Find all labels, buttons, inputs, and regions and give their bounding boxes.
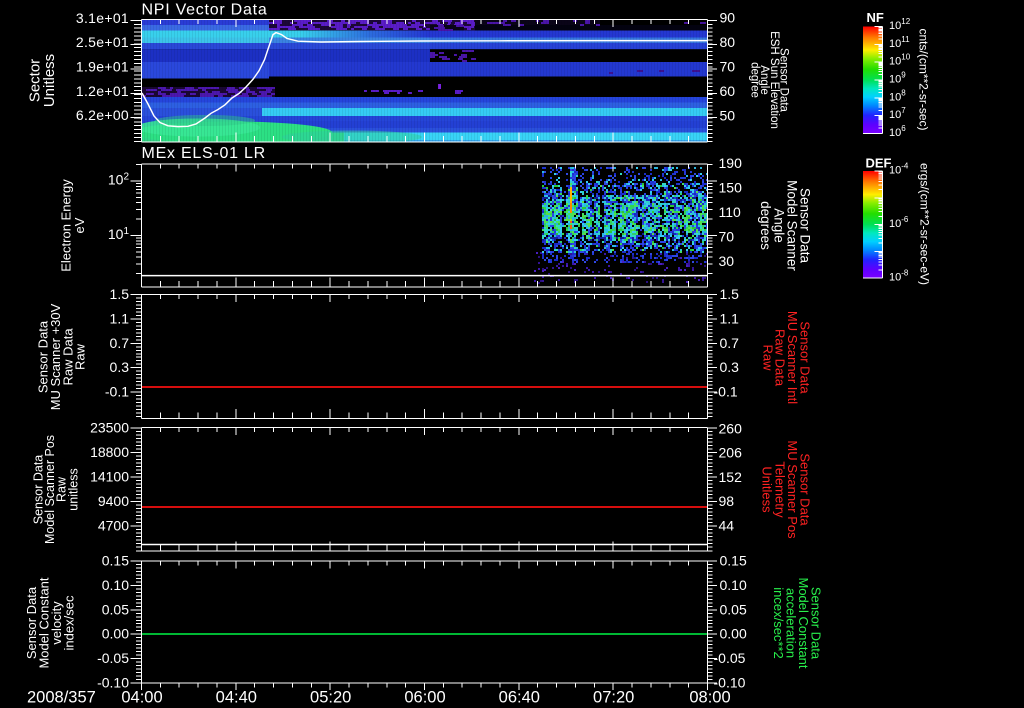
svg-text:08:00: 08:00 bbox=[689, 689, 730, 707]
svg-text:Unitless: Unitless bbox=[760, 466, 775, 513]
svg-text:NPI Vector Data: NPI Vector Data bbox=[142, 2, 268, 19]
svg-text:MEx ELS-01 LR: MEx ELS-01 LR bbox=[142, 145, 266, 162]
svg-text:0.3: 0.3 bbox=[110, 359, 130, 375]
svg-text:2.5e+01: 2.5e+01 bbox=[76, 34, 129, 50]
svg-text:1.5: 1.5 bbox=[110, 286, 130, 302]
svg-text:-0.1: -0.1 bbox=[714, 384, 738, 400]
svg-text:23500: 23500 bbox=[90, 420, 129, 436]
svg-text:14100: 14100 bbox=[90, 469, 129, 485]
svg-text:-0.05: -0.05 bbox=[97, 650, 129, 666]
svg-text:9400: 9400 bbox=[98, 493, 129, 509]
svg-text:98: 98 bbox=[719, 493, 735, 509]
svg-text:cnts/(cm**2-sr-sec): cnts/(cm**2-sr-sec) bbox=[917, 28, 931, 130]
svg-text:degree: degree bbox=[748, 62, 760, 98]
svg-text:30: 30 bbox=[719, 253, 735, 269]
svg-text:0.00: 0.00 bbox=[720, 626, 747, 642]
svg-text:0.10: 0.10 bbox=[102, 577, 129, 593]
svg-text:-0.1: -0.1 bbox=[105, 384, 129, 400]
svg-text:index/sec: index/sec bbox=[62, 595, 77, 650]
svg-text:0.05: 0.05 bbox=[102, 601, 129, 617]
svg-text:06:00: 06:00 bbox=[404, 689, 445, 707]
svg-text:110: 110 bbox=[719, 204, 742, 220]
svg-text:0.7: 0.7 bbox=[720, 335, 740, 351]
svg-text:incex/sec**2: incex/sec**2 bbox=[771, 587, 786, 659]
svg-text:44: 44 bbox=[719, 518, 735, 534]
svg-text:80: 80 bbox=[720, 34, 736, 50]
svg-text:04:00: 04:00 bbox=[121, 689, 162, 707]
svg-text:04:40: 04:40 bbox=[216, 689, 257, 707]
svg-text:degrees: degrees bbox=[758, 201, 773, 250]
svg-text:70: 70 bbox=[719, 229, 735, 245]
svg-text:4700: 4700 bbox=[98, 518, 129, 534]
svg-text:1.9e+01: 1.9e+01 bbox=[76, 59, 129, 75]
svg-text:0.15: 0.15 bbox=[720, 553, 747, 569]
svg-text:90: 90 bbox=[720, 10, 736, 26]
svg-text:eV: eV bbox=[72, 217, 87, 233]
svg-text:0.7: 0.7 bbox=[110, 335, 130, 351]
svg-text:150: 150 bbox=[719, 180, 743, 196]
svg-text:unitless: unitless bbox=[66, 468, 80, 510]
svg-text:206: 206 bbox=[719, 445, 743, 461]
svg-text:1.5: 1.5 bbox=[720, 286, 740, 302]
svg-text:1.1: 1.1 bbox=[110, 310, 130, 326]
svg-text:-0.05: -0.05 bbox=[714, 650, 746, 666]
svg-text:1.2e+01: 1.2e+01 bbox=[76, 83, 129, 99]
svg-text:0.15: 0.15 bbox=[102, 553, 129, 569]
svg-text:07:20: 07:20 bbox=[593, 689, 634, 707]
svg-text:60: 60 bbox=[720, 83, 736, 99]
svg-text:18800: 18800 bbox=[90, 444, 129, 460]
svg-text:DEF: DEF bbox=[866, 156, 892, 171]
svg-text:190: 190 bbox=[719, 155, 743, 171]
svg-text:152: 152 bbox=[719, 469, 743, 485]
svg-text:Raw: Raw bbox=[73, 343, 88, 370]
svg-text:6.2e+00: 6.2e+00 bbox=[76, 107, 129, 123]
svg-text:3.1e+01: 3.1e+01 bbox=[76, 10, 129, 26]
svg-text:05:20: 05:20 bbox=[310, 689, 351, 707]
svg-text:06:40: 06:40 bbox=[499, 689, 540, 707]
svg-text:0.3: 0.3 bbox=[720, 359, 740, 375]
svg-text:1.1: 1.1 bbox=[720, 310, 740, 326]
svg-text:50: 50 bbox=[720, 108, 736, 124]
svg-text:0.00: 0.00 bbox=[102, 626, 129, 642]
svg-text:70: 70 bbox=[720, 59, 736, 75]
svg-text:0.10: 0.10 bbox=[720, 577, 747, 593]
svg-text:ergs/(cm**2-sr-sec-eV): ergs/(cm**2-sr-sec-eV) bbox=[918, 163, 932, 285]
svg-text:260: 260 bbox=[719, 421, 743, 437]
svg-text:Unitless: Unitless bbox=[41, 54, 58, 107]
svg-text:Raw: Raw bbox=[760, 344, 775, 371]
svg-text:2008/357: 2008/357 bbox=[27, 689, 96, 707]
svg-text:0.05: 0.05 bbox=[720, 601, 747, 617]
svg-text:NF: NF bbox=[867, 10, 884, 25]
